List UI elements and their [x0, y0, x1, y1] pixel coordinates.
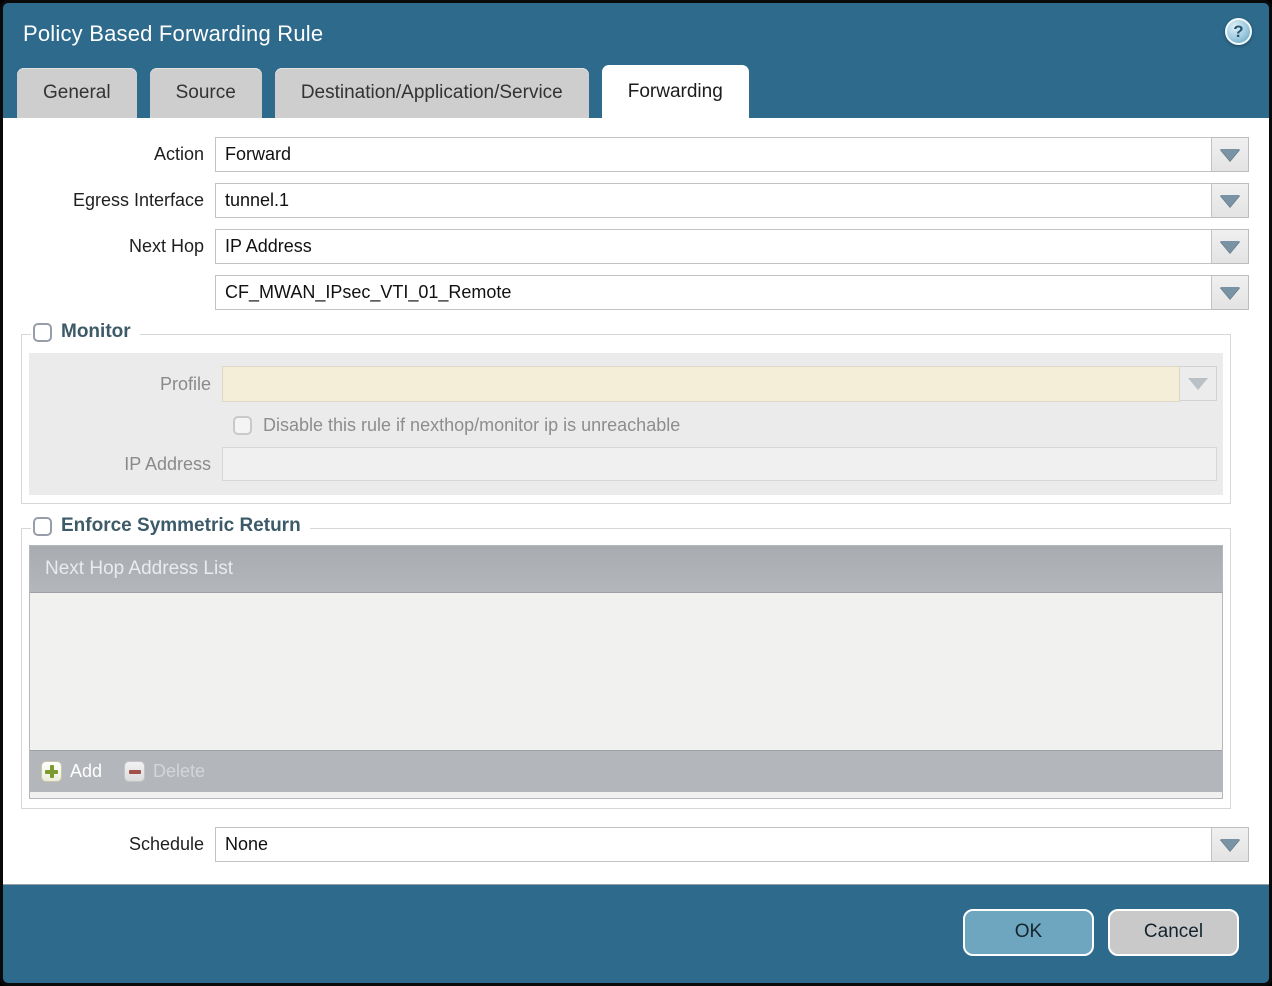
- forwarding-tab-panel: Action Egress Interface Next Hop: [3, 118, 1269, 885]
- action-input[interactable]: [215, 137, 1212, 172]
- profile-row: Profile: [29, 366, 1223, 402]
- next-hop-label: Next Hop: [3, 236, 215, 257]
- ok-button[interactable]: OK: [963, 909, 1094, 956]
- add-button-label: Add: [70, 761, 102, 782]
- tab-bar: General Source Destination/Application/S…: [3, 65, 1269, 118]
- chevron-down-icon: [1220, 839, 1240, 851]
- egress-interface-row: Egress Interface: [3, 183, 1249, 218]
- enforce-symmetric-return-fieldset: Enforce Symmetric Return Next Hop Addres…: [21, 528, 1231, 809]
- next-hop-address-dropdown-button[interactable]: [1212, 275, 1249, 310]
- monitor-ip-address-row: IP Address: [29, 447, 1223, 481]
- next-hop-address-list-body[interactable]: [30, 593, 1222, 750]
- delete-button-label: Delete: [153, 761, 205, 782]
- chevron-down-icon: [1220, 195, 1240, 207]
- add-icon: [41, 761, 62, 782]
- next-hop-type-dropdown-button[interactable]: [1212, 229, 1249, 264]
- policy-based-forwarding-dialog: Policy Based Forwarding Rule ? General S…: [0, 0, 1272, 986]
- enforce-symmetric-return-checkbox[interactable]: [33, 517, 52, 536]
- disable-rule-checkbox: [233, 416, 252, 435]
- next-hop-address-list-toolbar: Add Delete: [30, 750, 1222, 792]
- next-hop-type-input[interactable]: [215, 229, 1212, 264]
- chevron-down-icon: [1220, 149, 1240, 161]
- egress-interface-input[interactable]: [215, 183, 1212, 218]
- profile-dropdown-button: [1180, 366, 1217, 401]
- monitor-panel: Profile Disable this rule if nexthop/mon…: [29, 353, 1223, 495]
- schedule-label: Schedule: [3, 834, 215, 855]
- profile-input: [222, 366, 1180, 402]
- schedule-row: Schedule: [3, 827, 1249, 862]
- chevron-down-icon: [1220, 241, 1240, 253]
- dialog-title: Policy Based Forwarding Rule: [23, 21, 323, 47]
- monitor-fieldset: Monitor Profile Disable this rule if nex…: [21, 334, 1231, 504]
- monitor-ip-address-input: [222, 447, 1217, 481]
- egress-interface-dropdown-button[interactable]: [1212, 183, 1249, 218]
- next-hop-address-list-header: Next Hop Address List: [30, 546, 1222, 593]
- add-button[interactable]: Add: [41, 761, 102, 782]
- schedule-dropdown-button[interactable]: [1212, 827, 1249, 862]
- schedule-input[interactable]: [215, 827, 1212, 862]
- tab-forwarding[interactable]: Forwarding: [602, 65, 749, 118]
- monitor-checkbox[interactable]: [33, 323, 52, 342]
- monitor-ip-address-label: IP Address: [29, 454, 222, 475]
- enforce-symmetric-return-legend: Enforce Symmetric Return: [31, 515, 310, 537]
- delete-icon: [124, 761, 145, 782]
- help-icon[interactable]: ?: [1225, 18, 1252, 45]
- table-bottom-strip: [30, 792, 1222, 798]
- egress-interface-label: Egress Interface: [3, 190, 215, 211]
- next-hop-row: Next Hop: [3, 229, 1249, 264]
- delete-button: Delete: [124, 761, 205, 782]
- dialog-titlebar: Policy Based Forwarding Rule ?: [3, 3, 1269, 65]
- tab-destination-application-service[interactable]: Destination/Application/Service: [275, 68, 589, 118]
- action-label: Action: [3, 144, 215, 165]
- next-hop-address-list-table: Next Hop Address List Add Delete: [29, 545, 1223, 799]
- monitor-legend: Monitor: [31, 321, 140, 343]
- dialog-footer: OK Cancel: [3, 885, 1269, 983]
- chevron-down-icon: [1188, 378, 1208, 390]
- next-hop-address-row: [3, 275, 1249, 310]
- chevron-down-icon: [1220, 287, 1240, 299]
- action-dropdown-button[interactable]: [1212, 137, 1249, 172]
- tab-source[interactable]: Source: [150, 68, 262, 118]
- monitor-legend-label: Monitor: [61, 321, 131, 343]
- disable-rule-label: Disable this rule if nexthop/monitor ip …: [263, 415, 680, 436]
- profile-label: Profile: [29, 374, 222, 395]
- enforce-symmetric-return-legend-label: Enforce Symmetric Return: [61, 515, 301, 537]
- cancel-button[interactable]: Cancel: [1108, 909, 1239, 956]
- tab-general[interactable]: General: [17, 68, 137, 118]
- action-row: Action: [3, 137, 1249, 172]
- disable-rule-row: Disable this rule if nexthop/monitor ip …: [29, 415, 1223, 436]
- next-hop-address-input[interactable]: [215, 275, 1212, 310]
